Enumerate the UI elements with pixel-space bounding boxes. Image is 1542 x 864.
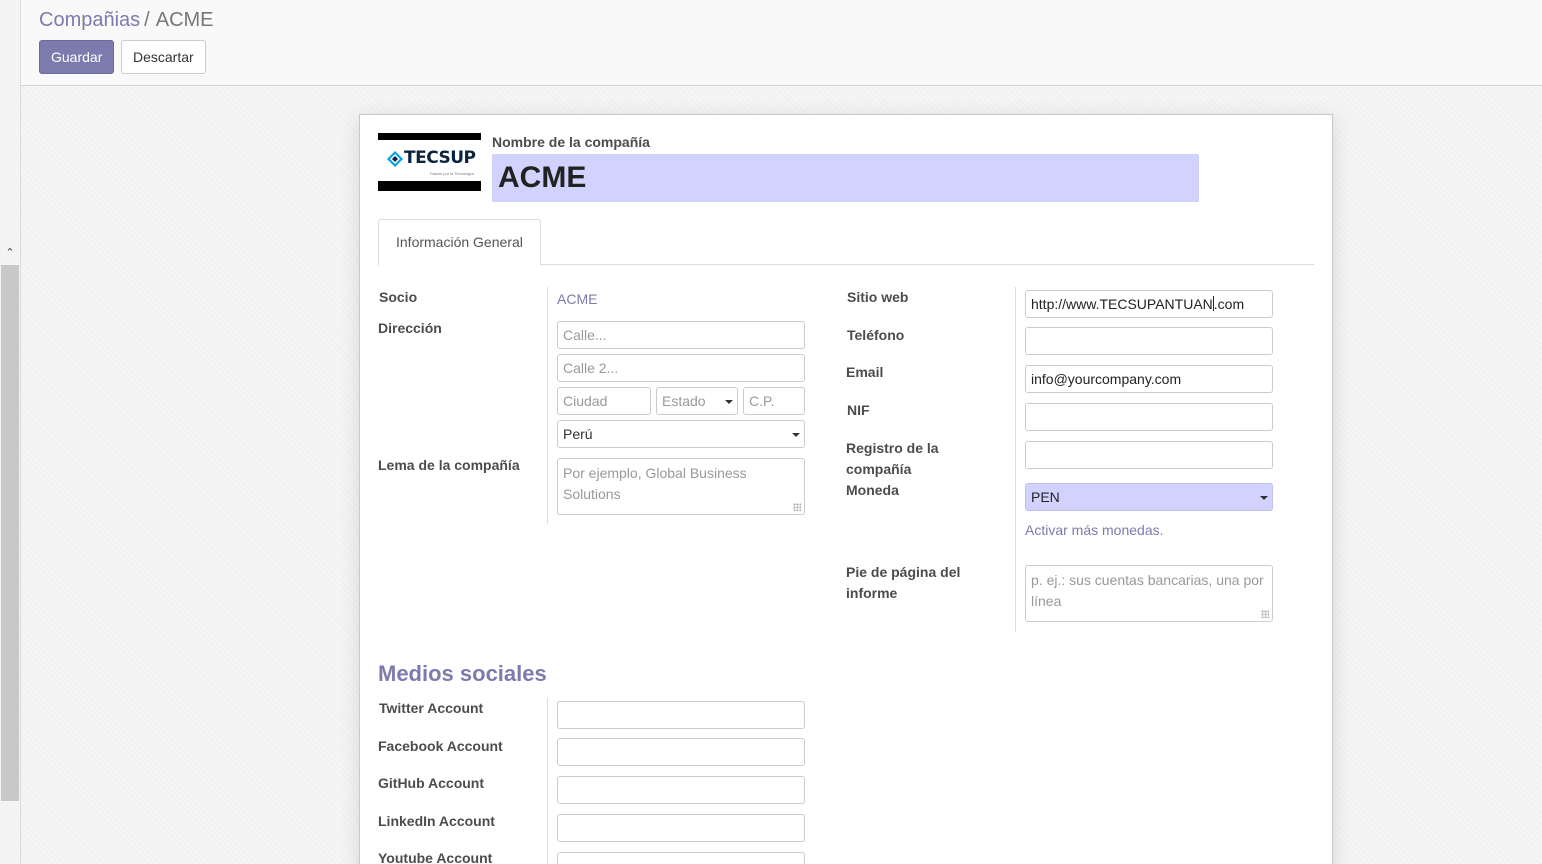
country-select[interactable]: Perú: [557, 420, 805, 448]
form-sheet: TECSUP Pasión por la Tecnología Nombre d…: [359, 114, 1333, 864]
website-value-b: .com: [1213, 296, 1245, 312]
social-group-divider: [547, 698, 548, 864]
partner-label: Socio: [379, 289, 418, 305]
caret-down-icon: [1260, 496, 1268, 500]
activate-currencies-link[interactable]: Activar más monedas.: [1025, 520, 1164, 541]
website-label: Sitio web: [847, 289, 909, 305]
vat-label: NIF: [847, 402, 870, 418]
left-scrollbar[interactable]: ⌃: [0, 0, 21, 864]
breadcrumb: Compañias / ACME: [39, 8, 214, 32]
tagline-textarea[interactable]: Por ejemplo, Global Business Solutions: [557, 458, 805, 515]
logo-frame: TECSUP Pasión por la Tecnología: [378, 140, 481, 181]
website-value-a: http://www.TECSUPANTUAN: [1031, 296, 1213, 312]
linkedin-label: LinkedIn Account: [378, 813, 495, 829]
twitter-input[interactable]: [557, 701, 805, 729]
company-name-label: Nombre de la compañía: [492, 134, 650, 150]
github-label: GitHub Account: [378, 775, 485, 791]
discard-button[interactable]: Descartar: [121, 40, 206, 74]
city-input[interactable]: Ciudad: [557, 387, 651, 415]
phone-input[interactable]: [1025, 327, 1273, 355]
company-logo[interactable]: TECSUP Pasión por la Tecnología: [378, 133, 481, 191]
tecsup-mark-icon: [387, 151, 403, 167]
facebook-input[interactable]: [557, 738, 805, 766]
youtube-input[interactable]: [557, 852, 805, 864]
caret-down-icon: [725, 400, 733, 404]
email-input[interactable]: info@yourcompany.com: [1025, 365, 1273, 393]
currency-select-value: PEN: [1031, 489, 1060, 505]
company-registry-input[interactable]: [1025, 441, 1273, 469]
left-group-divider: [547, 287, 548, 524]
resize-grip-icon[interactable]: [1261, 610, 1269, 618]
country-select-value: Perú: [563, 426, 593, 442]
right-group-divider: [1015, 287, 1016, 632]
state-select-value: Estado: [662, 393, 706, 409]
report-footer-textarea[interactable]: p. ej.: sus cuentas bancarias, una por l…: [1025, 565, 1273, 622]
breadcrumb-parent-link[interactable]: Compañias: [39, 9, 140, 31]
vat-input[interactable]: [1025, 403, 1273, 431]
tagline-placeholder: Por ejemplo, Global Business Solutions: [563, 465, 747, 502]
address-label: Dirección: [378, 320, 442, 336]
notebook-tabs: Información General: [378, 219, 1314, 266]
phone-label: Teléfono: [847, 327, 905, 343]
github-input[interactable]: [557, 776, 805, 804]
social-media-heading: Medios sociales: [378, 661, 547, 686]
state-select[interactable]: Estado: [656, 387, 738, 415]
zip-input[interactable]: C.P.: [743, 387, 805, 415]
currency-label: Moneda: [846, 482, 899, 498]
company-name-input[interactable]: ACME: [492, 154, 1199, 202]
report-footer-label: Pie de página del informe: [846, 564, 961, 601]
resize-grip-icon[interactable]: [793, 503, 801, 511]
website-input[interactable]: http://www.TECSUPANTUAN.com: [1025, 290, 1273, 318]
chevron-up-icon[interactable]: ⌃: [4, 246, 16, 260]
partner-link[interactable]: ACME: [557, 289, 597, 310]
logo-tagline: Pasión por la Tecnología: [430, 171, 474, 176]
twitter-label: Twitter Account: [379, 700, 484, 716]
currency-select[interactable]: PEN: [1025, 483, 1273, 511]
control-panel: Compañias / ACME Guardar Descartar: [21, 0, 1542, 86]
caret-down-icon: [792, 433, 800, 437]
breadcrumb-separator: /: [144, 9, 150, 31]
tagline-label: Lema de la compañía: [378, 457, 520, 473]
logo-wordmark: TECSUP: [404, 148, 476, 168]
youtube-label: Youtube Account: [378, 850, 493, 864]
report-footer-placeholder: p. ej.: sus cuentas bancarias, una por l…: [1031, 572, 1264, 609]
linkedin-input[interactable]: [557, 814, 805, 842]
facebook-label: Facebook Account: [378, 738, 503, 754]
save-button[interactable]: Guardar: [39, 40, 115, 74]
street2-input[interactable]: Calle 2...: [557, 354, 805, 382]
tab-general-information[interactable]: Información General: [378, 219, 541, 266]
street-input[interactable]: Calle...: [557, 321, 805, 349]
company-registry-label: Registro de la compañía: [846, 440, 939, 477]
scrollbar-thumb[interactable]: [1, 265, 19, 801]
breadcrumb-current: ACME: [155, 9, 214, 31]
email-label: Email: [846, 364, 884, 380]
